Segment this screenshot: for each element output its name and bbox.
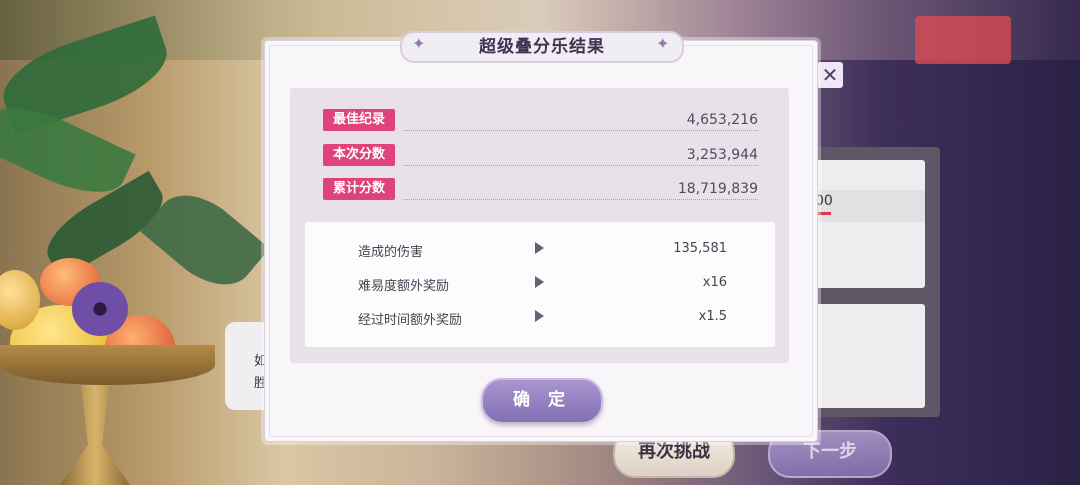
current-score-label: 本次分数 bbox=[323, 144, 396, 166]
dotted-divider bbox=[403, 130, 758, 131]
background-result-box bbox=[813, 304, 925, 408]
score-breakdown: 造成的伤害 135,581 难易度额外奖励 x16 经过时间额外奖励 x1.5 bbox=[305, 222, 775, 347]
close-icon[interactable]: ✕ bbox=[817, 62, 843, 88]
dialog-title: 超级叠分乐结果 bbox=[400, 31, 684, 63]
play-arrow-icon bbox=[535, 276, 544, 288]
time-bonus-value: x1.5 bbox=[698, 309, 727, 324]
damage-label: 造成的伤害 bbox=[358, 245, 424, 260]
play-arrow-icon bbox=[535, 310, 544, 322]
breakdown-row: 经过时间额外奖励 x1.5 bbox=[305, 307, 775, 328]
dotted-divider bbox=[403, 165, 758, 166]
best-record-value: 4,653,216 bbox=[686, 112, 758, 128]
current-score-value: 3,253,944 bbox=[686, 147, 758, 163]
dotted-divider bbox=[403, 199, 758, 200]
fruit-bowl bbox=[0, 345, 215, 385]
confirm-button[interactable]: 确 定 bbox=[481, 378, 603, 424]
damage-value: 135,581 bbox=[673, 241, 727, 256]
score-row-best: 最佳纪录 4,653,216 bbox=[323, 109, 758, 133]
total-score-value: 18,719,839 bbox=[677, 181, 758, 197]
bowl-stand bbox=[60, 385, 130, 485]
sparkle-icon: ✦ bbox=[412, 34, 426, 53]
sparkle-icon: ✦ bbox=[656, 34, 670, 53]
total-score-label: 累计分数 bbox=[323, 178, 396, 200]
play-arrow-icon bbox=[535, 242, 544, 254]
purple-flower bbox=[72, 282, 128, 336]
difficulty-bonus-value: x16 bbox=[702, 275, 727, 290]
score-row-current: 本次分数 3,253,944 bbox=[323, 144, 758, 168]
score-row-total: 累计分数 18,719,839 bbox=[323, 178, 758, 202]
best-record-label: 最佳纪录 bbox=[323, 109, 396, 131]
background-badge bbox=[915, 16, 1011, 64]
breakdown-row: 难易度额外奖励 x16 bbox=[305, 273, 775, 294]
breakdown-row: 造成的伤害 135,581 bbox=[305, 239, 775, 260]
difficulty-bonus-label: 难易度额外奖励 bbox=[358, 279, 450, 294]
background-result-box bbox=[813, 160, 925, 288]
time-bonus-label: 经过时间额外奖励 bbox=[358, 313, 463, 328]
